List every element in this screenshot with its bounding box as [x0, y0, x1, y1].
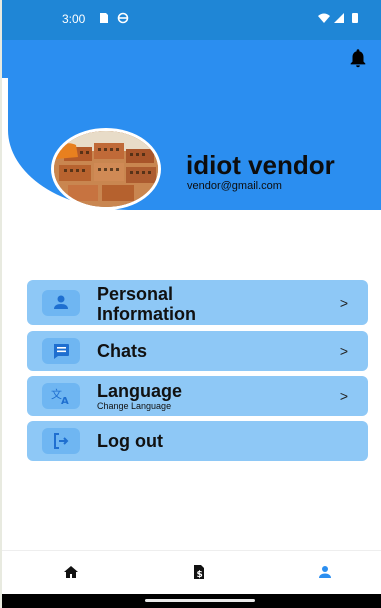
- chevron-right-icon: >: [339, 388, 348, 404]
- vendor-name: idiot vendor: [186, 150, 335, 180]
- battery-icon: [352, 13, 358, 23]
- home-icon[interactable]: [62, 563, 80, 581]
- profile-icon[interactable]: [316, 563, 334, 581]
- bricks-image-icon: [54, 131, 158, 207]
- menu-label-language: Language: [97, 381, 183, 401]
- wifi-icon: [318, 13, 330, 23]
- svg-text:A: A: [61, 396, 69, 407]
- sd-card-icon: [100, 13, 108, 23]
- menu-label-personal-information: Personal Information: [97, 284, 196, 324]
- gesture-bar: [2, 594, 381, 608]
- chat-icon: [54, 344, 69, 359]
- vendor-email: vendor@gmail.com: [187, 180, 282, 192]
- home-gesture-handle[interactable]: [145, 599, 255, 602]
- menu-label-logout: Log out: [97, 431, 163, 451]
- avatar-image: [54, 131, 158, 207]
- status-time: 3:00: [62, 12, 86, 26]
- logout-icon-box: [42, 428, 80, 454]
- notification-bell-icon[interactable]: [347, 47, 369, 69]
- chevron-right-icon: >: [339, 343, 348, 359]
- avatar[interactable]: [51, 128, 161, 210]
- menu-sub-language: Change Language: [97, 401, 172, 411]
- vendor-icon[interactable]: $: [190, 563, 208, 581]
- translate-icon-box: 文 A: [42, 383, 80, 409]
- menu-item-personal-information[interactable]: Personal Information >: [27, 280, 368, 325]
- person-icon: [54, 295, 68, 309]
- app-screen: 3:00 idiot vendor vendor@gmail.com Perso…: [0, 0, 381, 608]
- chevron-right-icon: >: [339, 295, 348, 311]
- menu-item-language[interactable]: 文 A Language Change Language >: [27, 376, 368, 416]
- app-bar: [2, 40, 381, 78]
- status-bar: 3:00: [2, 0, 381, 40]
- person-icon-box: [42, 290, 80, 316]
- bottom-navigation: $: [2, 550, 381, 595]
- menu-item-logout[interactable]: Log out: [27, 421, 368, 461]
- svg-text:$: $: [197, 570, 203, 580]
- logout-icon: [54, 433, 69, 449]
- vpn-icon: [117, 12, 129, 24]
- menu-item-chats[interactable]: Chats >: [27, 331, 368, 371]
- signal-icon: [334, 13, 344, 23]
- chat-icon-box: [42, 338, 80, 364]
- menu-label-chats: Chats: [97, 341, 148, 361]
- translate-icon: 文 A: [51, 387, 69, 407]
